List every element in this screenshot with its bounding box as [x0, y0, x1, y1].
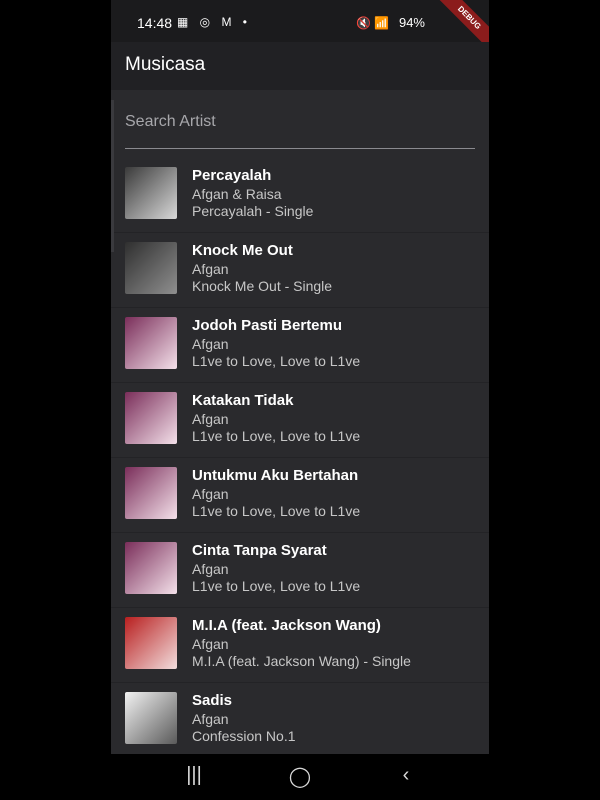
track-meta: Katakan Tidak Afgan L1ve to Love, Love to … [192, 392, 472, 445]
track-album: L1ve to Love, Love to L1ve [192, 428, 361, 444]
status-time: 14:48 [137, 15, 173, 31]
album-art-thumbnail [125, 692, 177, 744]
recents-button[interactable]: ||| [174, 764, 214, 787]
phone-screen: 14:48 ▦ ◎ M • 🔇 📶 94% DEBUG Musicasa Per… [111, 0, 489, 800]
track-meta: Percayalah Afgan & Raisa Percayalah - Sing… [192, 167, 472, 220]
track-artist: Afgan [192, 336, 229, 352]
track-meta: Sadis Afgan Confession No.1 [192, 692, 472, 745]
track-row[interactable]: Katakan Tidak Afgan L1ve to Love, Love to … [111, 383, 489, 458]
track-meta: Cinta Tanpa Syarat Afgan L1ve to Love, Lov… [192, 542, 472, 595]
track-meta: Untukmu Aku Bertahan Afgan L1ve to Love, L… [192, 467, 472, 520]
track-artist: Afgan [192, 486, 229, 502]
album-art-thumbnail [125, 542, 177, 594]
track-album: M.I.A (feat. Jackson Wang) - Single [192, 653, 411, 669]
track-row[interactable]: M.I.A (feat. Jackson Wang) Afgan M.I.A (fe… [111, 608, 489, 683]
track-meta: Knock Me Out Afgan Knock Me Out - Single [192, 242, 472, 295]
search-input[interactable] [125, 100, 475, 144]
track-row[interactable]: Jodoh Pasti Bertemu Afgan L1ve to Love, Lo… [111, 308, 489, 383]
track-artist: Afgan [192, 411, 229, 427]
album-art-thumbnail [125, 242, 177, 294]
status-bar: 14:48 ▦ ◎ M • 🔇 📶 94% DEBUG [111, 0, 489, 54]
track-row[interactable]: Knock Me Out Afgan Knock Me Out - Single [111, 233, 489, 308]
track-title: M.I.A (feat. Jackson Wang) [192, 617, 381, 634]
album-art-thumbnail [125, 617, 177, 669]
track-artist: Afgan [192, 711, 229, 727]
track-row[interactable]: Untukmu Aku Bertahan Afgan L1ve to Love, L… [111, 458, 489, 533]
track-album: Knock Me Out - Single [192, 278, 333, 294]
track-row[interactable]: Percayalah Afgan & Raisa Percayalah - Sing… [111, 158, 489, 233]
track-artist: Afgan [192, 261, 229, 277]
track-album: L1ve to Love, Love to L1ve [192, 503, 361, 519]
main-content: Percayalah Afgan & RaisaPercayalah - Sing… [111, 90, 489, 758]
album-art-thumbnail [125, 167, 177, 219]
track-title: Katakan Tidak [192, 392, 294, 409]
app-title: Musicasa [125, 54, 206, 75]
track-artist: Afgan & Raisa [192, 186, 282, 202]
album-art-thumbnail [125, 392, 177, 444]
search-field[interactable] [125, 100, 475, 149]
album-art-thumbnail [125, 467, 177, 519]
status-right: 🔇 📶 94% [356, 15, 425, 30]
track-album: Percayalah - Single [192, 203, 314, 219]
track-album: L1ve to Love, Love to L1ve [192, 353, 361, 369]
edge-panel-handle[interactable] [111, 100, 114, 252]
battery-percentage: 94% [398, 15, 425, 30]
signal-icons: 🔇 📶 [356, 16, 390, 30]
track-title: Knock Me Out [192, 242, 293, 259]
system-nav-bar: ||| ◯ ‹ [111, 754, 489, 800]
track-meta: Jodoh Pasti Bertemu Afgan L1ve to Love, Lo… [192, 317, 472, 370]
track-album: L1ve to Love, Love to L1ve [192, 578, 361, 594]
track-title: Cinta Tanpa Syarat [192, 542, 327, 559]
track-artist: Afgan [192, 636, 229, 652]
app-bar: Musicasa [111, 42, 489, 90]
track-title: Percayalah [192, 167, 272, 184]
track-row[interactable]: Sadis Afgan Confession No.1 [111, 683, 489, 758]
track-artist: Afgan [192, 561, 229, 577]
track-list: Percayalah Afgan & Raisa Percayalah - Sing… [111, 158, 489, 758]
album-art-thumbnail [125, 317, 177, 369]
track-title: Jodoh Pasti Bertemu [192, 317, 343, 334]
track-row[interactable]: Cinta Tanpa Syarat Afgan L1ve to Love, Lov… [111, 533, 489, 608]
notification-icons: ▦ ◎ M • [177, 15, 252, 29]
track-title: Sadis [192, 692, 233, 709]
track-title: Untukmu Aku Bertahan [192, 467, 359, 484]
track-album: Confession No.1 [192, 728, 296, 744]
track-meta: M.I.A (feat. Jackson Wang) Afgan M.I.A (fe… [192, 617, 472, 670]
home-button[interactable]: ◯ [280, 764, 320, 789]
back-button[interactable]: ‹ [386, 764, 426, 787]
